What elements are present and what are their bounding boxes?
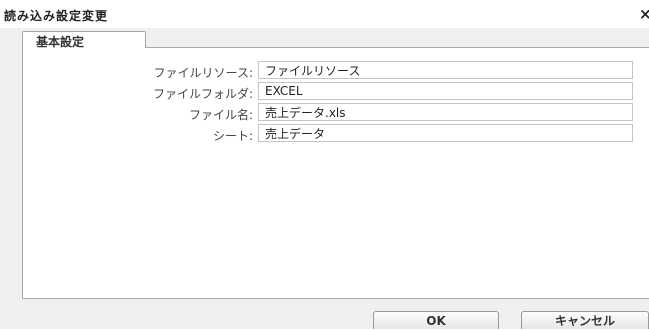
ok-button[interactable]: OK bbox=[373, 311, 499, 329]
tab-basic-settings[interactable]: 基本設定 bbox=[22, 31, 146, 49]
sheet-label: シート: bbox=[212, 129, 253, 143]
file-folder-label: ファイルフォルダ: bbox=[152, 87, 253, 101]
file-resource-input[interactable] bbox=[258, 61, 633, 79]
sheet-input[interactable] bbox=[258, 124, 633, 142]
dialog-title: 読み込み設定変更 bbox=[4, 9, 109, 23]
file-name-input[interactable] bbox=[258, 103, 633, 121]
tab-label: 基本設定 bbox=[36, 35, 85, 49]
dialog-titlebar[interactable]: 読み込み設定変更 × bbox=[0, 0, 649, 28]
settings-dialog: 読み込み設定変更 × 基本設定 ファイルリソース: ファイルフォルダ: ファイル… bbox=[0, 0, 649, 329]
close-icon[interactable]: × bbox=[639, 5, 649, 21]
file-folder-input[interactable] bbox=[258, 82, 633, 100]
file-name-label: ファイル名: bbox=[188, 108, 253, 122]
cancel-button[interactable]: キャンセル bbox=[521, 311, 649, 329]
file-resource-label: ファイルリソース: bbox=[153, 66, 253, 80]
